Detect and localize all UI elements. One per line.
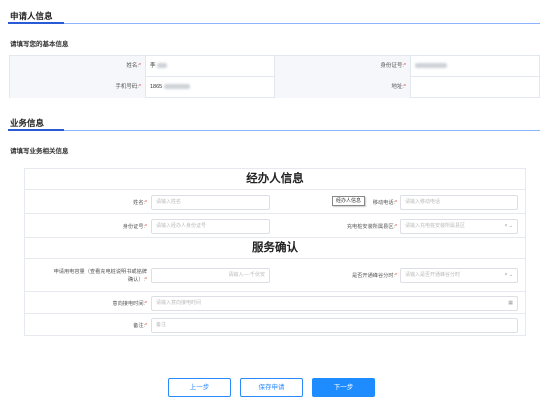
handler-name-label: 姓名:	[133, 200, 145, 206]
required-mark: *	[403, 84, 406, 90]
calendar-icon[interactable]: ▦	[508, 297, 513, 310]
required-mark: *	[144, 224, 147, 230]
timeshare-placeholder: 请输入是否开通峰谷分时	[405, 272, 461, 278]
save-application-button[interactable]: 保存申请	[240, 378, 303, 397]
district-placeholder: 请输入充电桩安装所属县区	[405, 223, 466, 229]
id-label-cell: 身份证号:*	[275, 56, 411, 77]
connect-time-label: 意向接电时间:	[112, 301, 145, 307]
section-underline	[8, 22, 64, 24]
district-label-wrap: 充电桩安装所属县区:*	[275, 223, 397, 230]
name-value: 李	[150, 63, 156, 69]
chevron-down-icon: ⌄	[508, 223, 513, 229]
tooltip: 经办人信息	[332, 196, 366, 206]
capacity-label-line2: 确认）:	[127, 277, 145, 283]
remark-input[interactable]: 备注	[151, 318, 518, 333]
district-label: 充电桩安装所属县区:	[346, 224, 395, 230]
form-row: 备注:* 备注	[25, 314, 525, 336]
remark-label: 备注:	[133, 323, 145, 329]
business-section-header: 业务信息	[8, 117, 540, 131]
clear-icon[interactable]: ×	[504, 223, 507, 229]
phone-label-cell: 手机号码:*	[10, 77, 146, 98]
address-label: 地址:	[391, 84, 404, 90]
required-mark: *	[394, 273, 397, 279]
address-value-cell	[411, 77, 541, 98]
phone-value-cell: 1865	[146, 77, 275, 98]
applicant-row: 手机号码:* 1865 地址:*	[10, 77, 539, 98]
applicant-info-table: 姓名:* 李 身份证号:* 手机号码:* 1865 地址:*	[9, 55, 540, 98]
required-mark: *	[144, 200, 147, 206]
phone-label: 手机号码:	[115, 84, 139, 90]
applicant-section-subtitle: 请填写您的基本信息	[10, 41, 69, 48]
form-row: 身份证号:* 请输入经办人身份证号 充电桩安装所属县区:* 请输入充电桩安装所属…	[25, 214, 525, 238]
connect-time-input[interactable]: 请输入意向接电时间 ▦	[151, 296, 518, 311]
timeshare-select[interactable]: 请输入是否开通峰谷分时 × ⌄	[400, 268, 518, 283]
select-icons: × ⌄	[504, 220, 513, 233]
business-form: 经办人信息 姓名:* 请输入姓名 移动电话:* 请输入移动电话 身份证号:* 请…	[24, 168, 526, 336]
form-row: 申请用电容量（查看充电桩说明书或铭牌 确认）:* 请输入----千伏安 是否开通…	[25, 259, 525, 292]
service-confirm-title: 服务确认	[25, 238, 525, 259]
id-label: 身份证号:	[380, 63, 404, 69]
redacted-blur	[415, 63, 447, 69]
address-label-cell: 地址:*	[275, 77, 411, 98]
handler-id-label-wrap: 身份证号:*	[25, 223, 147, 230]
required-mark: *	[144, 277, 147, 283]
applicant-section-header: 申请人信息	[8, 10, 540, 24]
required-mark: *	[394, 224, 397, 230]
connect-time-placeholder: 请输入意向接电时间	[156, 300, 202, 306]
handler-id-input[interactable]: 请输入经办人身份证号	[151, 219, 270, 234]
applicant-row: 姓名:* 李 身份证号:*	[10, 56, 539, 77]
id-value-cell	[411, 56, 541, 77]
business-section-title: 业务信息	[10, 118, 45, 128]
business-section-subtitle: 请填写业务相关信息	[10, 148, 69, 155]
required-mark: *	[403, 63, 406, 69]
remark-label-wrap: 备注:*	[25, 322, 147, 329]
name-label: 姓名:	[126, 63, 139, 69]
mobile-label: 移动电话:	[372, 200, 395, 206]
applicant-section-title: 申请人信息	[10, 11, 53, 21]
name-value-cell: 李	[146, 56, 275, 77]
clear-icon[interactable]: ×	[504, 272, 507, 278]
timeshare-label-wrap: 是否开通峰谷分时:*	[275, 272, 397, 279]
mobile-input[interactable]: 请输入移动电话	[400, 195, 518, 210]
handler-info-title: 经办人信息	[25, 169, 525, 190]
chevron-down-icon: ⌄	[508, 272, 513, 278]
timeshare-label: 是否开通峰谷分时:	[352, 273, 395, 279]
form-row: 意向接电时间:* 请输入意向接电时间 ▦	[25, 292, 525, 314]
phone-value: 1865	[150, 84, 163, 90]
capacity-input[interactable]: 请输入----千伏安	[151, 268, 270, 283]
handler-name-input[interactable]: 请输入姓名	[151, 195, 270, 210]
handler-id-label: 身份证号:	[122, 224, 145, 230]
section-underline	[8, 129, 64, 131]
connect-time-label-wrap: 意向接电时间:*	[25, 300, 147, 307]
required-mark: *	[394, 200, 397, 206]
required-mark: *	[144, 323, 147, 329]
district-select[interactable]: 请输入充电桩安装所属县区 × ⌄	[400, 219, 518, 234]
select-icons: × ⌄	[504, 269, 513, 282]
prev-step-button[interactable]: 上一步	[168, 378, 231, 397]
redacted-blur	[164, 84, 191, 90]
redacted-blur	[156, 63, 167, 69]
capacity-label-line1: 申请用电容量（查看充电桩说明书或铭牌	[53, 269, 147, 275]
name-label-cell: 姓名:*	[10, 56, 146, 77]
required-mark: *	[138, 63, 141, 69]
required-mark: *	[144, 301, 147, 307]
capacity-label-wrap: 申请用电容量（查看充电桩说明书或铭牌 确认）:*	[25, 268, 147, 284]
form-row: 姓名:* 请输入姓名 移动电话:* 请输入移动电话	[25, 190, 525, 214]
required-mark: *	[138, 84, 141, 90]
handler-name-label-wrap: 姓名:*	[25, 199, 147, 206]
next-step-button[interactable]: 下一步	[312, 378, 375, 397]
